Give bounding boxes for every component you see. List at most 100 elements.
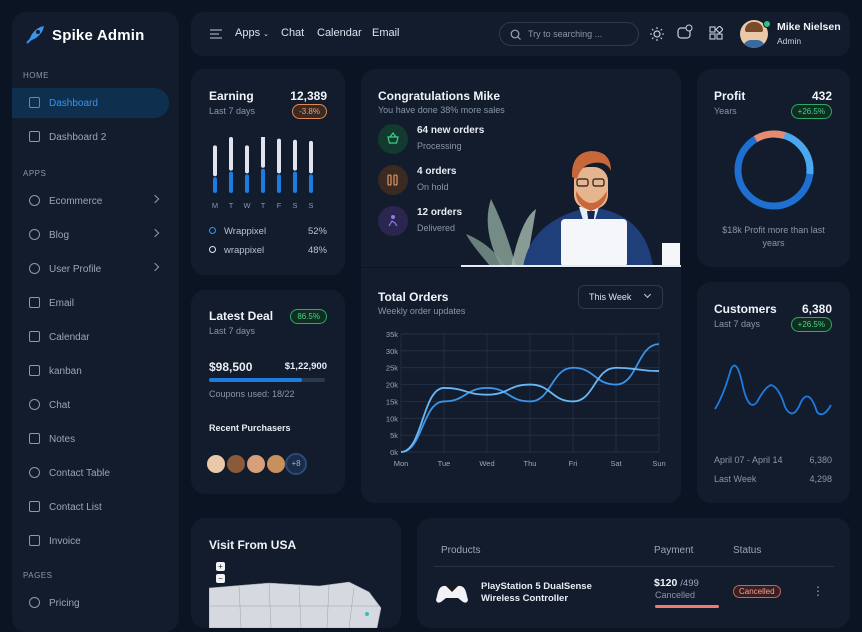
earning-bar-gray — [229, 137, 233, 171]
earning-day-label: W — [243, 201, 251, 210]
earning-bar-blue — [245, 174, 249, 193]
sidebar-item-pricing[interactable]: Pricing — [12, 588, 179, 618]
sidebar-item-kanban[interactable]: kanban — [12, 356, 179, 386]
deal-title: Latest Deal — [209, 309, 274, 323]
sidebar-item-contact-table[interactable]: Contact Table — [12, 458, 179, 488]
payment-progress — [655, 605, 719, 608]
sidebar-item-ecommerce[interactable]: Ecommerce — [12, 186, 179, 216]
topbar: Apps ⌄ Chat Calendar Email Try to search… — [191, 12, 850, 56]
earning-day-label: F — [277, 201, 282, 210]
deal-amount: $98,500 — [209, 360, 253, 374]
sidebar: Spike Admin HOME Dashboard Dashboard 2 A… — [12, 12, 179, 632]
profit-period: Years — [714, 106, 737, 116]
legend-pct-1: 52% — [307, 226, 327, 237]
sidebar-item-email[interactable]: Email — [12, 288, 179, 318]
sidebar-item-calendar[interactable]: Calendar — [12, 322, 179, 352]
earning-bar-blue — [213, 177, 217, 193]
nav-email[interactable]: Email — [372, 27, 400, 39]
invoice-icon — [29, 535, 40, 546]
customers-period: Last 7 days — [714, 319, 761, 329]
basket-icon — [378, 124, 408, 154]
nav-chat[interactable]: Chat — [281, 27, 304, 39]
earning-day-label: T — [229, 201, 234, 210]
sidebar-item-invoice[interactable]: Invoice — [12, 526, 179, 556]
x-tick-label: Sat — [610, 459, 622, 468]
chevron-right-icon — [150, 228, 160, 238]
chevron-right-icon — [150, 194, 160, 204]
earning-bar-blue — [293, 171, 297, 193]
zoom-in-button[interactable]: + — [216, 562, 225, 571]
menu-icon[interactable] — [209, 28, 223, 39]
earning-value: 12,389 — [290, 89, 327, 103]
y-tick-label: 30k — [386, 347, 398, 356]
earning-badge: -3.8% — [292, 104, 327, 119]
products-card: Products Payment Status PlayStation 5 Du… — [417, 518, 850, 628]
customers-row2-value: 4,298 — [809, 474, 832, 484]
customers-badge: +26.5% — [790, 317, 832, 332]
payment-status: Cancelled — [655, 590, 696, 600]
earning-bar-gray — [309, 140, 313, 174]
chevron-down-icon: ⌄ — [263, 31, 270, 38]
x-tick-label: Wed — [479, 459, 494, 468]
legend-dot-blue — [209, 227, 216, 234]
earning-day-label: S — [292, 201, 297, 210]
notification-icon[interactable] — [677, 24, 693, 42]
kanban-icon — [29, 365, 40, 376]
earning-bar-gray — [277, 138, 281, 174]
user-name: Mike Nielsen — [777, 21, 841, 33]
sidebar-item-contact-list[interactable]: Contact List — [12, 492, 179, 522]
sidebar-item-user-profile[interactable]: User Profile — [12, 254, 179, 284]
online-status-dot — [763, 20, 771, 28]
nav-calendar[interactable]: Calendar — [317, 27, 362, 39]
visit-usa-card: Visit From USA + − — [191, 518, 401, 628]
purchasers-title: Recent Purchasers — [209, 423, 291, 433]
earning-bar-blue — [261, 168, 265, 193]
y-tick-label: 5k — [390, 431, 398, 440]
earning-bar-blue — [229, 171, 233, 193]
legend-dot-white — [209, 246, 216, 253]
earning-bar-gray — [293, 139, 297, 171]
orders-subtitle: Weekly order updates — [378, 306, 466, 316]
sun-icon[interactable] — [650, 27, 664, 41]
search-input[interactable]: Try to searching ... — [499, 22, 639, 46]
usa-map — [209, 581, 382, 628]
purchasers-more[interactable]: +8 — [285, 453, 307, 475]
purchaser-avatar-3[interactable] — [245, 453, 267, 475]
purchaser-avatar-4[interactable] — [265, 453, 287, 475]
profit-value: 432 — [811, 89, 832, 103]
search-icon — [510, 29, 521, 40]
profit-badge: +26.5% — [790, 104, 832, 119]
user-icon — [29, 263, 40, 274]
earning-bar-gray — [245, 145, 249, 174]
sidebar-item-dashboard[interactable]: Dashboard — [12, 88, 169, 118]
legend-pct-2: 48% — [307, 245, 327, 256]
profit-title: Profit — [714, 89, 746, 103]
sidebar-item-notes[interactable]: Notes — [12, 424, 179, 454]
y-tick-label: 25k — [386, 364, 398, 373]
total-orders-line-chart: 0k 5k 10k 15k 20k 25k 30k 35k Mon Tue Wed Thu Fri Sat… — [386, 330, 666, 468]
sidebar-item-dashboard-2[interactable]: Dashboard 2 — [12, 122, 179, 152]
earning-bar-blue — [309, 174, 313, 193]
customers-title: Customers — [714, 302, 777, 316]
products-header: Products — [441, 545, 481, 556]
sidebar-item-blog[interactable]: Blog — [12, 220, 179, 250]
apps-grid-icon[interactable] — [709, 26, 723, 40]
orders-filter-select[interactable]: This Week — [578, 285, 663, 309]
y-tick-label: 0k — [390, 448, 398, 457]
profit-donut-chart — [734, 130, 814, 210]
nav-apps[interactable]: Apps ⌄ — [235, 27, 269, 39]
purchaser-avatar-1[interactable] — [205, 453, 227, 475]
purchaser-avatar-2[interactable] — [225, 453, 247, 475]
order-item-3-title: 12 orders — [417, 207, 463, 218]
latest-deal-card: Latest Deal Last 7 days 86.5% $98,500 $1… — [191, 290, 345, 494]
brand[interactable]: Spike Admin — [24, 24, 145, 46]
blog-icon — [29, 229, 40, 240]
order-item-2-status: On hold — [417, 182, 449, 192]
order-item-2-title: 4 orders — [417, 166, 457, 177]
currency-icon — [29, 597, 40, 608]
table-row[interactable]: PlayStation 5 DualSense Wireless Control… — [434, 574, 834, 624]
congrats-title: Congratulations Mike — [378, 89, 501, 103]
user-role: Admin — [777, 36, 802, 46]
row-actions-menu-icon[interactable]: ⋮ — [812, 584, 824, 598]
sidebar-item-chat[interactable]: Chat — [12, 390, 179, 420]
